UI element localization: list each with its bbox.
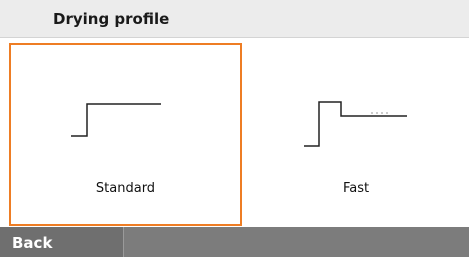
profile-option-standard[interactable]: Standard: [9, 43, 242, 226]
back-button-label: Back: [12, 234, 53, 252]
profile-options: Standard Fast: [0, 43, 469, 226]
back-button[interactable]: Back: [0, 227, 124, 257]
footer-bar: Back: [0, 227, 469, 257]
drying-profile-screen: Drying profile Standard Fast Back: [0, 0, 469, 257]
profile-label-fast: Fast: [342, 181, 370, 196]
header-bar: Drying profile: [0, 0, 469, 38]
page-title: Drying profile: [53, 10, 170, 28]
profile-option-fast[interactable]: Fast: [243, 43, 469, 226]
profile-label-standard: Standard: [95, 181, 156, 196]
